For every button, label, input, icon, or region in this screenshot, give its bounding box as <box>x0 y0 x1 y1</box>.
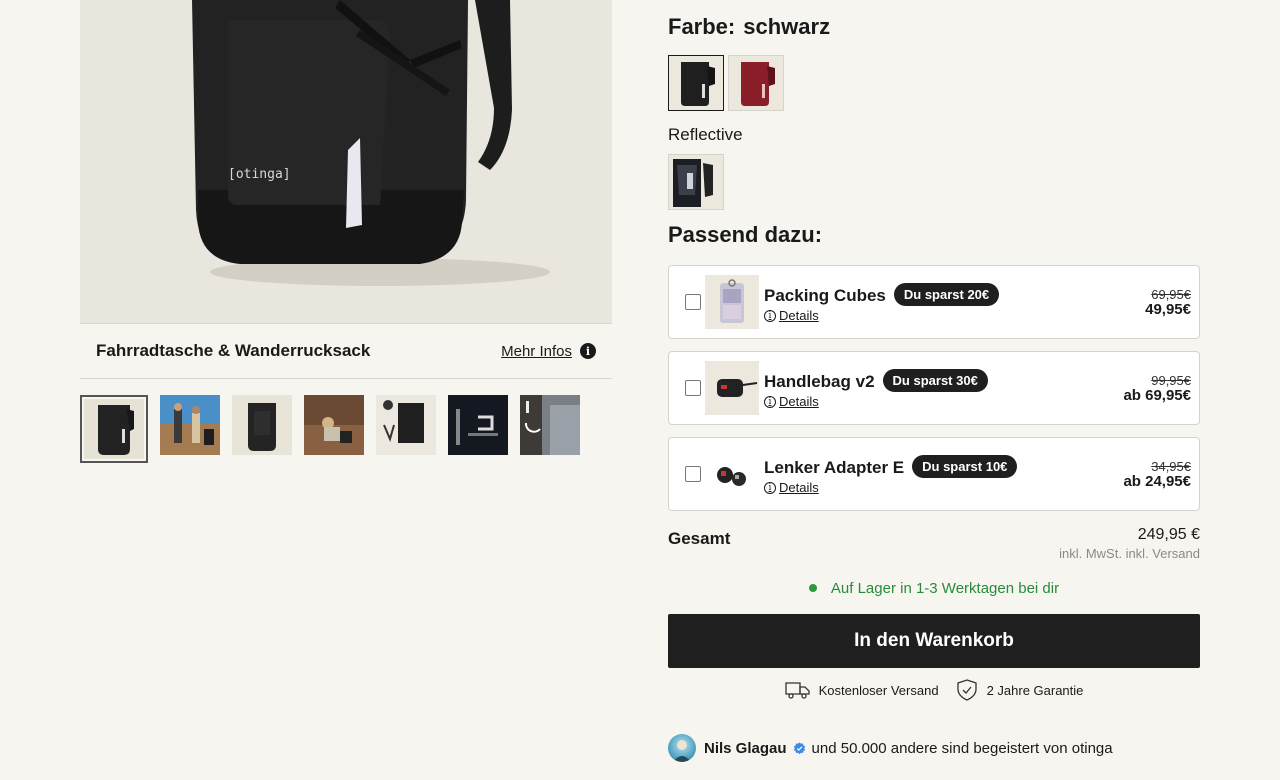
stock-status: Auf Lager in 1-3 Werktagen bei dir <box>668 580 1200 597</box>
perk-shipping-label: Kostenloser Versand <box>818 682 939 698</box>
old-price: 99,95€ <box>1151 373 1191 388</box>
perk-warranty: 2 Jahre Garantie <box>955 678 1084 702</box>
info-icon: i <box>764 481 776 494</box>
stock-text: Auf Lager in 1-3 Werktagen bei dir <box>830 580 1060 597</box>
details-link[interactable]: i Details <box>764 308 819 323</box>
stock-dot-icon <box>808 584 817 592</box>
verified-badge-icon <box>793 741 805 754</box>
total-note: inkl. MwSt. inkl. Versand <box>1059 546 1200 561</box>
endorser-name: Nils Glagau <box>704 739 787 757</box>
thumb-accessories-image <box>376 395 436 455</box>
swatch-reflective[interactable] <box>668 154 724 210</box>
info-icon: i <box>764 395 776 408</box>
more-info-label[interactable]: Mehr Infos <box>501 343 572 360</box>
addon-handlebag[interactable]: Handlebag v2 Du sparst 30€ i Details 99,95… <box>668 351 1200 425</box>
color-heading: Farbe: schwarz <box>668 14 830 40</box>
perk-shipping: Kostenloser Versand <box>784 680 939 700</box>
total-value: 249,95 € <box>1137 526 1200 543</box>
social-text: und 50.000 andere sind begeistert von ot… <box>811 739 1113 757</box>
details-link[interactable]: i Details <box>764 394 819 409</box>
addon-image <box>705 447 759 501</box>
color-swatches <box>668 55 784 111</box>
swatch-red[interactable] <box>728 55 784 111</box>
savings-badge: Du sparst 30€ <box>882 369 988 392</box>
add-to-cart-button[interactable]: In den Warenkorb <box>668 614 1200 668</box>
more-info-link[interactable]: Mehr Infos i <box>501 343 596 360</box>
thumbnail-2[interactable] <box>160 395 220 455</box>
thumbnail-7[interactable] <box>520 395 580 455</box>
swatch-black-image <box>669 56 723 110</box>
social-proof: Nils Glagau und 50.000 andere sind begei… <box>668 734 1113 762</box>
old-price: 34,95€ <box>1151 459 1191 474</box>
perk-warranty-label: 2 Jahre Garantie <box>986 682 1084 698</box>
thumb-backpack-image <box>84 399 144 459</box>
addon-name: Lenker Adapter E Du sparst 10€ <box>764 455 1018 478</box>
swatch-black[interactable] <box>668 55 724 111</box>
details-link[interactable]: i Details <box>764 480 819 495</box>
avatar-image <box>673 740 691 762</box>
thumbnail-strip <box>80 395 580 463</box>
thumb-rocks-image <box>304 395 364 455</box>
perks: Kostenloser Versand 2 Jahre Garantie <box>668 678 1200 702</box>
total-label: Gesamt <box>668 529 731 548</box>
thumb-outdoor-mount-image <box>520 395 580 455</box>
addon-name: Handlebag v2 Du sparst 30€ <box>764 369 988 392</box>
savings-badge: Du sparst 10€ <box>912 455 1018 478</box>
product-info-bar: Fahrradtasche & Wanderrucksack Mehr Info… <box>80 323 612 379</box>
addon-checkbox[interactable] <box>685 466 701 482</box>
addon-image <box>705 361 759 415</box>
avatar <box>668 734 696 762</box>
lenker-adapter-image <box>705 447 759 501</box>
thumbnail-3[interactable] <box>232 395 292 455</box>
reflective-label: Reflective <box>668 125 743 144</box>
thumb-dark-detail-image <box>448 395 508 455</box>
old-price: 69,95€ <box>1151 287 1191 302</box>
thumbnail-1[interactable] <box>80 395 148 463</box>
thumbnail-4[interactable] <box>304 395 364 455</box>
thumb-hikers-image <box>160 395 220 455</box>
truck-icon <box>784 682 810 699</box>
packing-cubes-image <box>705 275 759 329</box>
shield-check-icon <box>956 679 977 701</box>
thumbnail-5[interactable] <box>376 395 436 455</box>
addon-checkbox[interactable] <box>685 380 701 396</box>
info-icon[interactable]: i <box>580 343 596 359</box>
addon-image <box>705 275 759 329</box>
handlebag-image <box>705 361 759 415</box>
info-icon: i <box>764 309 776 322</box>
addons-heading: Passend dazu: <box>668 222 823 247</box>
addon-packing-cubes[interactable]: Packing Cubes Du sparst 20€ i Details 69,9… <box>668 265 1200 339</box>
product-hero-image[interactable]: [otinga] <box>80 0 612 323</box>
swatch-reflective-image <box>669 155 723 209</box>
color-value: schwarz <box>743 14 831 39</box>
color-label: Farbe: <box>668 14 736 39</box>
addon-checkbox[interactable] <box>685 294 701 310</box>
swatch-red-image <box>729 56 783 110</box>
addon-name: Packing Cubes Du sparst 20€ <box>764 283 1000 306</box>
logo-text: [otinga] <box>228 167 291 182</box>
thumbnail-6[interactable] <box>448 395 508 455</box>
addon-lenker-adapter[interactable]: Lenker Adapter E Du sparst 10€ i Details 3… <box>668 437 1200 511</box>
thumb-backpack-front-image <box>232 395 292 455</box>
new-price: ab 24,95€ <box>1123 473 1191 490</box>
product-subtitle: Fahrradtasche & Wanderrucksack <box>96 341 371 360</box>
savings-badge: Du sparst 20€ <box>893 283 1000 306</box>
new-price: 49,95€ <box>1145 301 1191 318</box>
backpack-illustration: [otinga] <box>80 0 612 323</box>
new-price: ab 69,95€ <box>1123 387 1191 404</box>
